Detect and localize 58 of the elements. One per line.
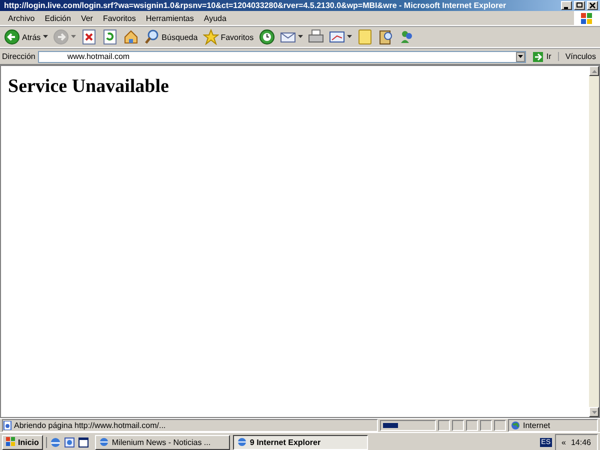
restore-icon <box>575 2 584 9</box>
status-panel <box>438 420 450 431</box>
page-icon <box>3 421 12 430</box>
page-heading: Service Unavailable <box>8 76 170 98</box>
zone-text: Internet <box>523 421 550 430</box>
toolbar-button[interactable]: Atrás <box>2 28 50 46</box>
clock: 14:46 <box>570 438 591 446</box>
caret-icon <box>346 35 352 39</box>
menu-item[interactable]: Herramientas <box>140 14 199 22</box>
toolbar-button[interactable]: Búsqueda <box>142 28 200 46</box>
browser-icon[interactable] <box>50 436 61 448</box>
status-panel <box>480 420 492 431</box>
go-button[interactable]: Ir <box>529 52 556 62</box>
expand-tray-button[interactable]: « <box>562 438 566 446</box>
address-field[interactable]: www.hotmail.com <box>38 50 526 62</box>
close-button[interactable] <box>587 1 598 10</box>
desktop-icon[interactable] <box>78 436 89 448</box>
globe-icon <box>511 421 520 430</box>
menu-item[interactable]: Ayuda <box>198 14 232 22</box>
taskbar-button[interactable]: 9 Internet Explorer <box>232 434 368 450</box>
toolbar-icon-button[interactable] <box>256 28 277 46</box>
windows-logo-icon <box>6 437 16 447</box>
printer-icon <box>308 29 324 45</box>
caret-icon <box>70 35 76 39</box>
browser-icon <box>236 437 247 447</box>
people-icon <box>398 29 415 45</box>
refresh-icon <box>102 29 118 45</box>
star-icon <box>202 29 219 45</box>
menu-item[interactable]: Ver <box>76 14 98 22</box>
dropdown-button[interactable] <box>516 52 526 62</box>
menu-item[interactable]: Favoritos <box>98 14 141 22</box>
restore-button[interactable] <box>574 1 585 10</box>
stop-icon <box>80 29 97 45</box>
book-icon <box>378 29 394 45</box>
status-panel <box>494 420 506 431</box>
home-icon <box>122 29 139 45</box>
start-button[interactable]: Inicio <box>2 434 43 450</box>
caret-icon <box>298 35 303 39</box>
arrow-icon <box>533 52 544 62</box>
toolbar-button[interactable]: Favoritos <box>200 28 256 46</box>
status-text: Abriendo página http://www.hotmail.com/... <box>14 421 166 430</box>
picture-icon <box>328 29 345 45</box>
status-panel <box>452 420 464 431</box>
links-label[interactable]: Vínculos <box>558 52 598 61</box>
taskbar-button[interactable]: Milenium News - Noticias ... <box>94 434 230 450</box>
menu-item[interactable]: Edición <box>40 14 76 22</box>
clock-icon <box>258 29 275 45</box>
close-icon <box>588 2 597 9</box>
browser-icon <box>98 437 109 447</box>
caret-icon <box>518 55 524 58</box>
address-label: Dirección <box>2 52 36 61</box>
status-panel <box>466 420 478 431</box>
minimize-button[interactable] <box>561 1 572 10</box>
search-icon <box>144 29 160 45</box>
menu-item[interactable]: Archivo <box>3 14 40 22</box>
window-title: http://login.live.com/login.srf?wa=wsignin1.0&rpsnv=10&ct=1204033280&rver=4.5.2130.0&wp=MBI&wre - Microsoft Internet Explorer <box>4 1 508 10</box>
note-icon <box>356 29 373 45</box>
caret-icon <box>42 35 48 39</box>
